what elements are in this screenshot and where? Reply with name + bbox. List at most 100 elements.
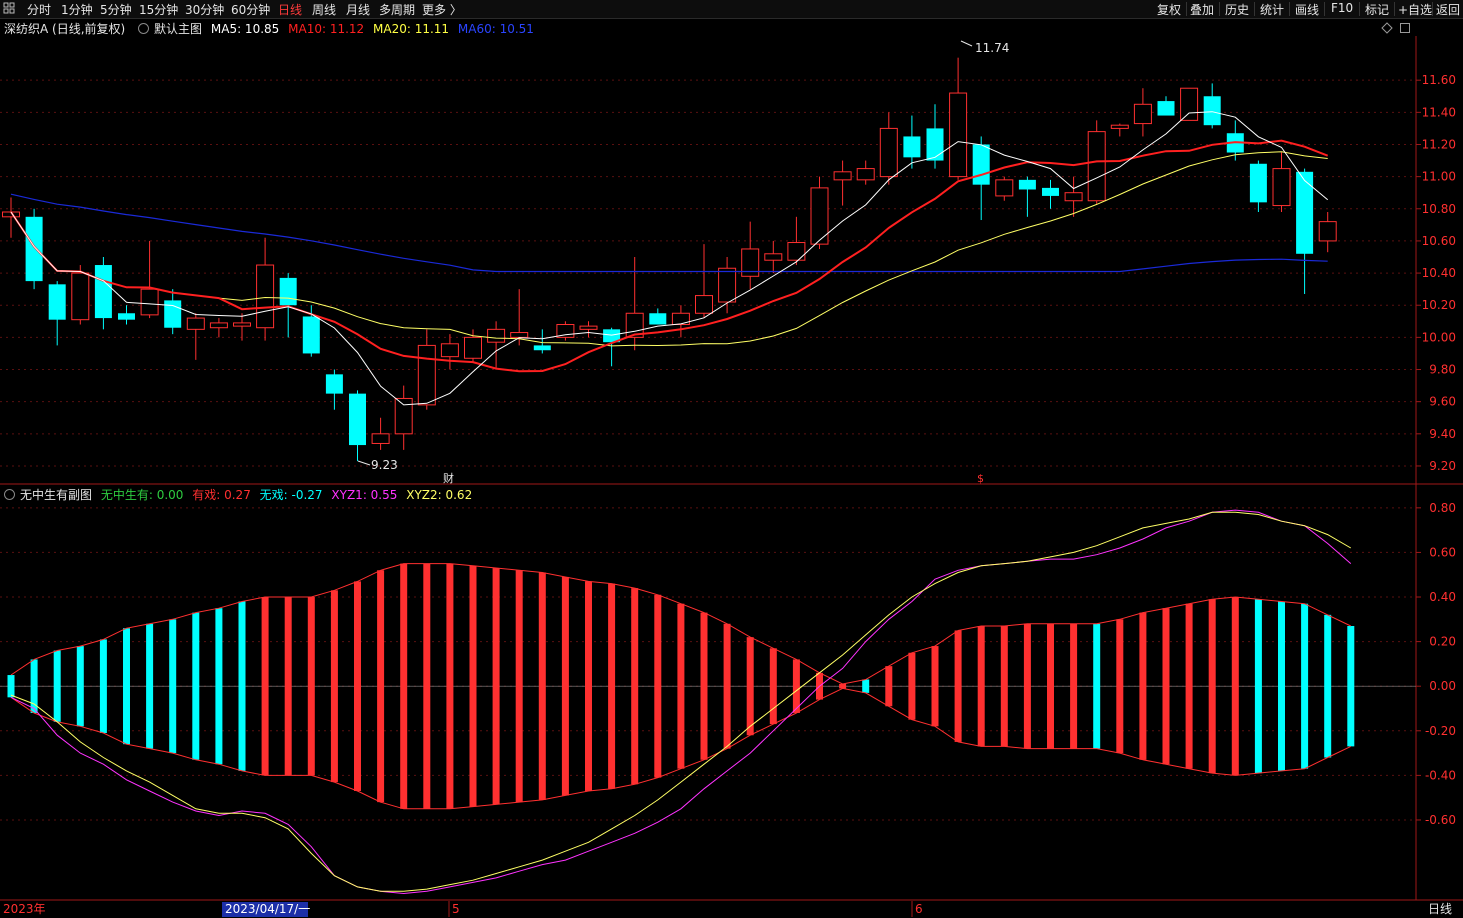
y-tick-label: 0.20 [1429,635,1456,649]
wuxi-value: 无戏: -0.27 [259,488,323,502]
month-5-label: 5 [452,902,460,916]
indicator-bar [354,581,361,791]
indicator-bar [446,563,454,809]
candle-up [810,187,829,245]
indicator-bar [215,608,223,765]
tab-monthly[interactable]: 月线 [346,1,370,18]
indicator-bar [561,576,569,796]
indicator-bar [1347,626,1355,747]
indicator-bar [608,583,616,789]
indicator-bar [792,659,800,713]
candle-down [94,265,112,319]
candle-down [1018,179,1036,190]
indicator-bar [862,679,870,693]
tab-daily[interactable]: 日线 [278,1,302,18]
ma-lines [10,111,1329,406]
diamond-icon[interactable] [1381,22,1393,37]
indicator-bar [677,603,685,769]
settings-icon[interactable] [4,489,15,500]
f10-button[interactable]: F10 [1331,1,1353,15]
candle-down [25,216,43,282]
candle-down [972,144,990,185]
tab-multi-period[interactable]: 多周期 [379,1,415,18]
candle-up [417,344,436,406]
tab-5min[interactable]: 5分钟 [100,1,132,18]
candle-down [164,300,182,328]
indicator-bar [1324,614,1332,758]
main-indicator-name[interactable]: 默认主图 [154,22,202,36]
y-tick-label: 11.60 [1422,73,1456,87]
indicator-bar [238,601,246,771]
restore-rights-button[interactable]: 复权 [1157,1,1181,18]
indicator-bar [307,597,315,776]
draw-line-button[interactable]: 画线 [1295,1,1319,18]
indicator-bar [1023,623,1031,749]
tab-1min[interactable]: 1分钟 [61,1,93,18]
y-tick-label: 0.80 [1429,501,1456,515]
indicator-bar [400,563,408,809]
overlay-button[interactable]: 叠加 [1190,1,1214,18]
tab-15min[interactable]: 15分钟 [139,1,178,18]
tab-60min[interactable]: 60分钟 [231,1,270,18]
indicator-bar [377,570,385,803]
candle-up [856,168,875,181]
candle-down [325,374,343,394]
candle-up [209,322,228,329]
maximize-icon[interactable] [1399,22,1411,37]
y-tick-label: -0.40 [1425,768,1456,782]
candle-down [1157,101,1175,116]
history-button[interactable]: 历史 [1225,1,1249,18]
sub-bars [0,563,1416,809]
add-watchlist-button[interactable]: +自选 [1398,1,1432,18]
indicator-bar [1093,623,1101,749]
tab-more[interactable]: 更多 〉 [422,1,462,18]
main-indicator-bar: 深纺织A (日线,前复权) 默认主图 MA5: 10.85 MA10: 11.1… [0,20,539,36]
stock-title: 深纺织A (日线,前复权) [4,22,126,36]
y-tick-label: 0.60 [1429,545,1456,559]
y-tick-label: 0.00 [1429,679,1456,693]
settings-icon[interactable] [138,23,150,34]
candle-up [1064,192,1083,202]
stats-button[interactable]: 统计 [1260,1,1284,18]
ma60-value: MA60: 10.51 [457,22,534,36]
y-tick-label: -0.20 [1425,724,1456,738]
xyz1-line [10,509,1352,895]
indicator-bar [1278,601,1285,771]
candles [2,57,1337,462]
tab-30min[interactable]: 30分钟 [185,1,224,18]
indicator-bar [192,612,200,760]
indicator-bar [1139,612,1147,760]
high-marker: 11.74 [975,41,1009,55]
indicator-bar [977,626,985,747]
y-axis: 9.20 9.40 9.60 9.80 10.00 10.20 10.40 10.60 10.8… [1416,73,1456,827]
tab-fenshi[interactable]: 分时 [27,1,51,18]
tab-weekly[interactable]: 周线 [312,1,336,18]
sub-indicator-name[interactable]: 无中生有副图 [20,488,92,502]
divider [1394,2,1395,16]
candle-down [533,345,551,351]
youxi-value: 有戏: 0.27 [192,488,251,502]
divider [1219,2,1220,16]
y-tick-label: 11.00 [1422,170,1456,184]
period-label: 日线 [1427,902,1452,916]
y-tick-label: 9.60 [1429,395,1456,409]
ma5-value: MA5: 10.85 [210,22,280,36]
y-tick-label: -0.60 [1425,813,1456,827]
kline-chart[interactable]: 9.20 9.40 9.60 9.80 10.00 10.20 10.40 10.60 10.8… [0,0,1463,918]
candle-up [879,127,898,178]
candle-up [233,322,251,327]
candle-down [603,329,621,343]
candle-up [464,336,482,359]
low-marker: 9.23 [371,458,398,472]
mark-button[interactable]: 标记 [1365,1,1389,18]
indicator-bar [1301,603,1309,769]
grid-icon[interactable] [3,2,15,17]
candle-down [1249,163,1267,203]
indicator-bar [723,623,731,749]
indicator-bar [746,637,754,736]
indicator-bar [330,590,338,783]
candle-up [1272,168,1291,207]
back-button[interactable]: 返回 [1436,1,1460,18]
indicator-bar [885,666,893,707]
indicator-bar [1254,599,1262,774]
